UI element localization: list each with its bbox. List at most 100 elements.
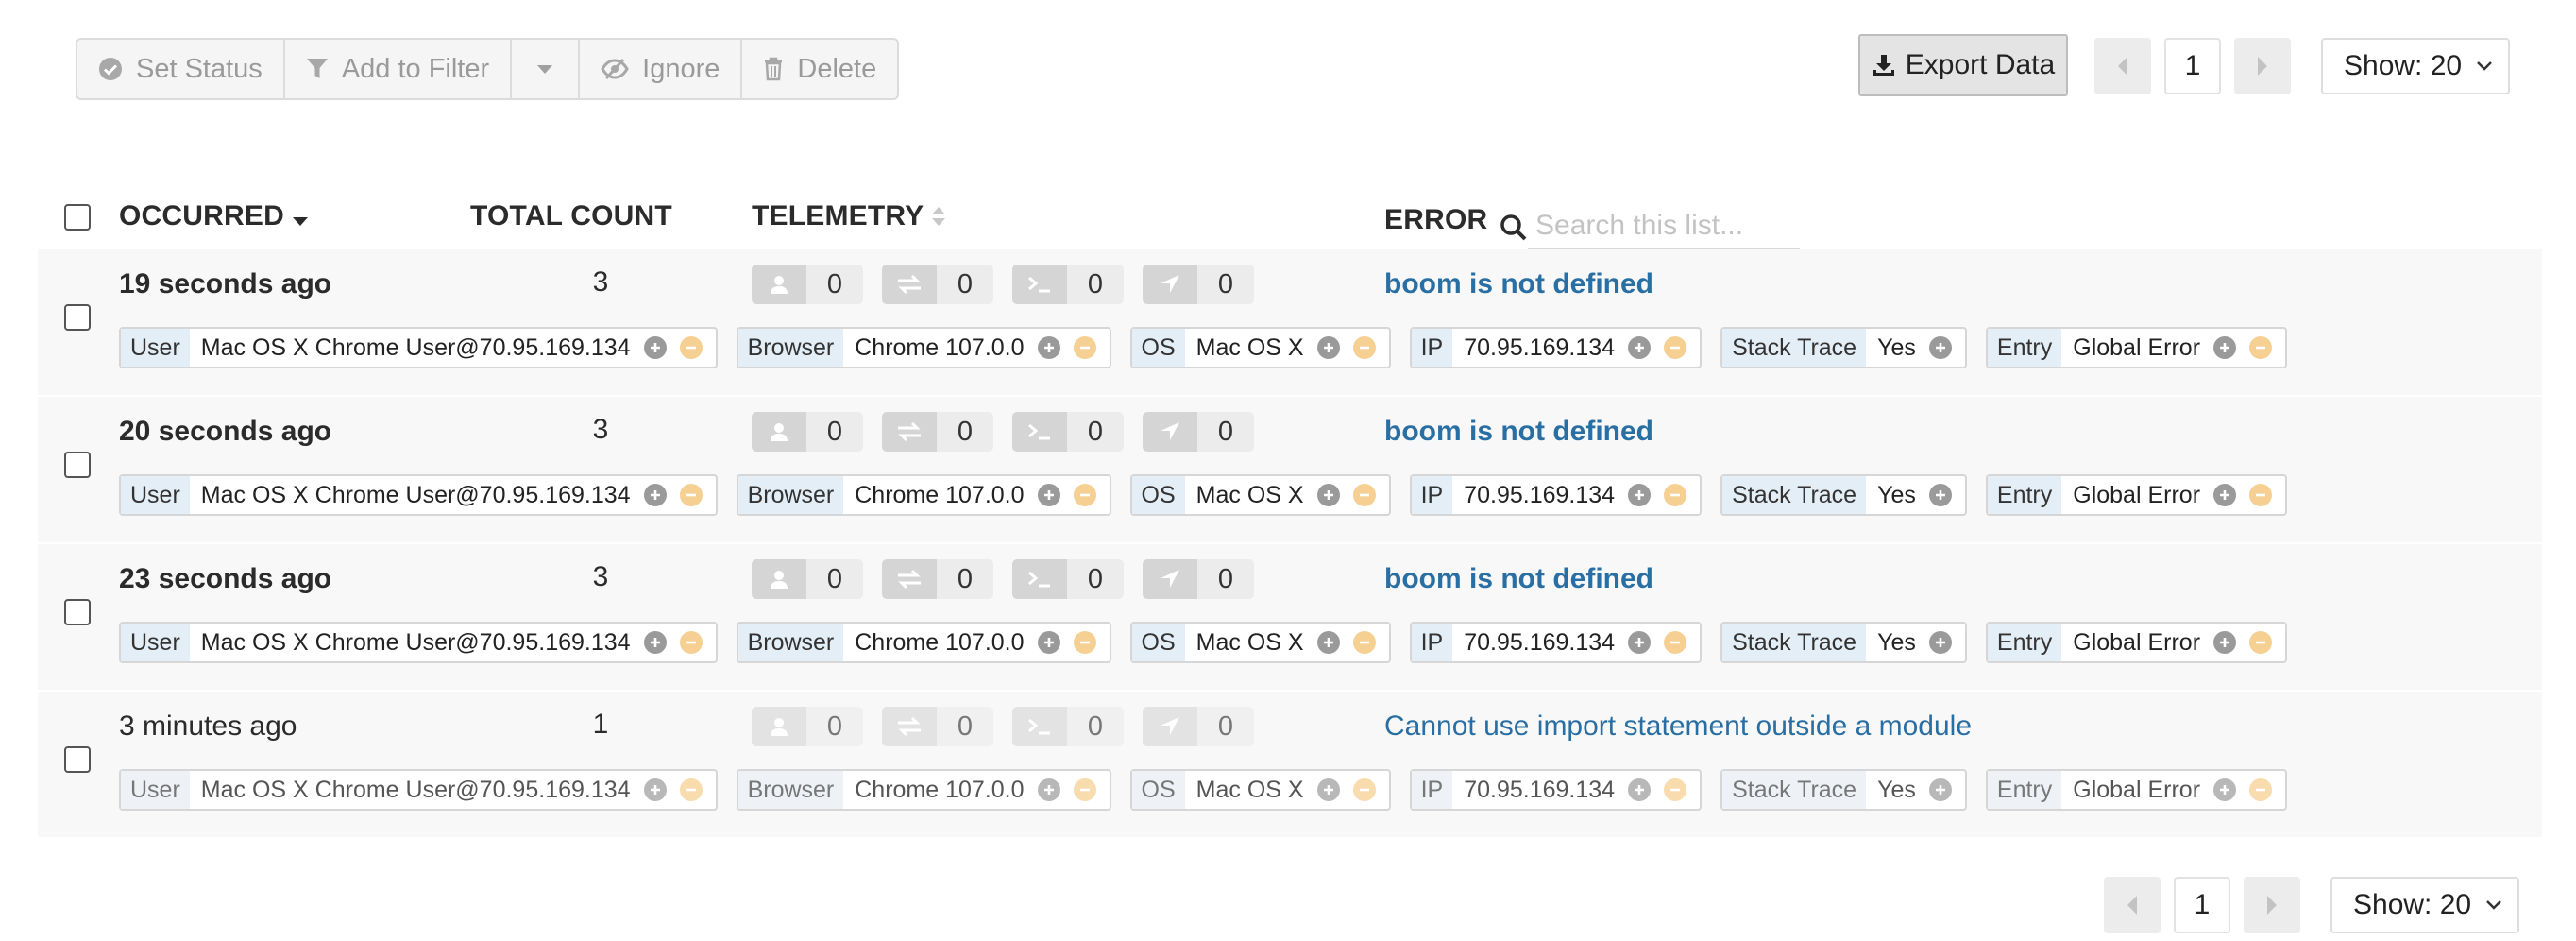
minus-circle-icon[interactable] <box>2249 336 2273 359</box>
telemetry-badge-exchange[interactable]: 0 <box>882 559 993 599</box>
plus-circle-icon[interactable] <box>1037 484 1060 506</box>
plus-circle-icon[interactable] <box>1316 631 1340 654</box>
minus-circle-icon[interactable] <box>1073 631 1096 654</box>
plus-circle-icon[interactable] <box>1316 336 1340 359</box>
telemetry-badge-user[interactable]: 0 <box>752 559 863 599</box>
minus-circle-icon[interactable] <box>1664 631 1687 654</box>
plus-circle-icon[interactable] <box>1928 631 1952 654</box>
occurred-time: 23 seconds ago <box>119 563 332 594</box>
telemetry-badge-user[interactable]: 0 <box>752 707 863 746</box>
minus-circle-icon[interactable] <box>1073 778 1096 801</box>
minus-circle-icon[interactable] <box>2249 631 2273 654</box>
plus-circle-icon[interactable] <box>2213 484 2237 506</box>
column-occurred[interactable]: OCCURRED <box>119 200 309 232</box>
minus-circle-icon[interactable] <box>679 631 703 654</box>
row-checkbox[interactable] <box>64 304 91 331</box>
plus-circle-icon[interactable] <box>1928 484 1952 506</box>
telemetry-badge-location-arrow[interactable]: 0 <box>1143 559 1254 599</box>
search-input[interactable] <box>1528 206 1800 249</box>
plus-circle-icon[interactable] <box>643 336 667 359</box>
telemetry-badge-console[interactable]: 0 <box>1012 265 1124 304</box>
occurred-time: 3 minutes ago <box>119 710 297 742</box>
plus-circle-icon[interactable] <box>643 778 667 801</box>
plus-circle-icon[interactable] <box>643 631 667 654</box>
minus-circle-icon[interactable] <box>679 336 703 359</box>
tag-user: User Mac OS X Chrome User@70.95.169.134 <box>119 769 718 811</box>
ignore-button[interactable]: Ignore <box>580 40 743 98</box>
plus-circle-icon[interactable] <box>2213 778 2237 801</box>
column-telemetry[interactable]: TELEMETRY <box>752 200 946 232</box>
next-page-button[interactable] <box>2234 38 2291 94</box>
minus-circle-icon[interactable] <box>2249 484 2273 506</box>
error-link[interactable]: boom is not defined <box>1384 416 1653 448</box>
plus-circle-icon[interactable] <box>1037 778 1060 801</box>
minus-circle-icon[interactable] <box>2249 778 2273 801</box>
location-arrow-icon <box>1143 707 1197 746</box>
next-page-button-bottom[interactable] <box>2244 877 2300 933</box>
tag-key: Browser <box>737 624 844 661</box>
row-checkbox[interactable] <box>64 452 91 478</box>
export-data-button[interactable]: Export Data <box>1858 34 2068 96</box>
minus-circle-icon[interactable] <box>1073 336 1096 359</box>
tag-value: Mac OS X <box>1195 334 1304 361</box>
page-size-select[interactable]: Show: 20 <box>2321 38 2510 94</box>
telemetry-badge-console[interactable]: 0 <box>1012 412 1124 452</box>
row-checkbox[interactable] <box>64 746 91 773</box>
add-to-filter-button[interactable]: Add to Filter <box>285 40 513 98</box>
telemetry-badge-exchange[interactable]: 0 <box>882 265 993 304</box>
plus-circle-icon[interactable] <box>1928 778 1952 801</box>
table-header: OCCURRED TOTAL COUNT TELEMETRY ERROR <box>0 189 2576 251</box>
current-page[interactable]: 1 <box>2164 38 2221 94</box>
plus-circle-icon[interactable] <box>1037 336 1060 359</box>
error-link[interactable]: Cannot use import statement outside a mo… <box>1384 710 1972 743</box>
telemetry-badge-exchange[interactable]: 0 <box>882 412 993 452</box>
row-checkbox[interactable] <box>64 599 91 625</box>
filter-dropdown-toggle[interactable] <box>512 40 581 98</box>
plus-circle-icon[interactable] <box>1037 631 1060 654</box>
plus-circle-icon[interactable] <box>1316 484 1340 506</box>
plus-circle-icon[interactable] <box>1628 484 1652 506</box>
minus-circle-icon[interactable] <box>1352 484 1376 506</box>
telemetry-badge-user[interactable]: 0 <box>752 265 863 304</box>
error-link[interactable]: boom is not defined <box>1384 563 1653 595</box>
telemetry-badge-console[interactable]: 0 <box>1012 559 1124 599</box>
prev-page-button-bottom[interactable] <box>2104 877 2161 933</box>
delete-button[interactable]: Delete <box>742 40 897 98</box>
plus-circle-icon[interactable] <box>1628 631 1652 654</box>
error-link[interactable]: boom is not defined <box>1384 268 1653 300</box>
tag-value: 70.95.169.134 <box>1464 628 1616 656</box>
plus-circle-icon[interactable] <box>1316 778 1340 801</box>
telemetry-badge-user[interactable]: 0 <box>752 412 863 452</box>
plus-circle-icon[interactable] <box>1928 336 1952 359</box>
column-total-count[interactable]: TOTAL COUNT <box>470 200 672 232</box>
telemetry-badge-location-arrow[interactable]: 0 <box>1143 265 1254 304</box>
plus-circle-icon[interactable] <box>643 484 667 506</box>
page-size-select-bottom[interactable]: Show: 20 <box>2330 877 2519 933</box>
telemetry-badge-exchange[interactable]: 0 <box>882 707 993 746</box>
minus-circle-icon[interactable] <box>1073 484 1096 506</box>
set-status-button[interactable]: Set Status <box>77 40 285 98</box>
minus-circle-icon[interactable] <box>1352 336 1376 359</box>
plus-circle-icon[interactable] <box>1628 778 1652 801</box>
minus-circle-icon[interactable] <box>1352 778 1376 801</box>
minus-circle-icon[interactable] <box>679 484 703 506</box>
plus-circle-icon[interactable] <box>1628 336 1652 359</box>
exchange-icon <box>882 707 937 746</box>
telemetry-badge-console[interactable]: 0 <box>1012 707 1124 746</box>
plus-circle-icon[interactable] <box>2213 631 2237 654</box>
telemetry-badge-location-arrow[interactable]: 0 <box>1143 412 1254 452</box>
minus-circle-icon[interactable] <box>1664 336 1687 359</box>
telemetry-count: 0 <box>1197 265 1254 304</box>
minus-circle-icon[interactable] <box>1352 631 1376 654</box>
current-page-bottom[interactable]: 1 <box>2174 877 2230 933</box>
plus-circle-icon[interactable] <box>2213 336 2237 359</box>
telemetry-group: 0 0 0 0 <box>752 707 1273 746</box>
telemetry-count: 0 <box>1197 707 1254 746</box>
prev-page-button[interactable] <box>2094 38 2151 94</box>
minus-circle-icon[interactable] <box>1664 484 1687 506</box>
telemetry-badge-location-arrow[interactable]: 0 <box>1143 707 1254 746</box>
page-size-value: Show: 20 <box>2344 50 2463 81</box>
minus-circle-icon[interactable] <box>1664 778 1687 801</box>
minus-circle-icon[interactable] <box>679 778 703 801</box>
select-all-checkbox[interactable] <box>64 204 91 231</box>
